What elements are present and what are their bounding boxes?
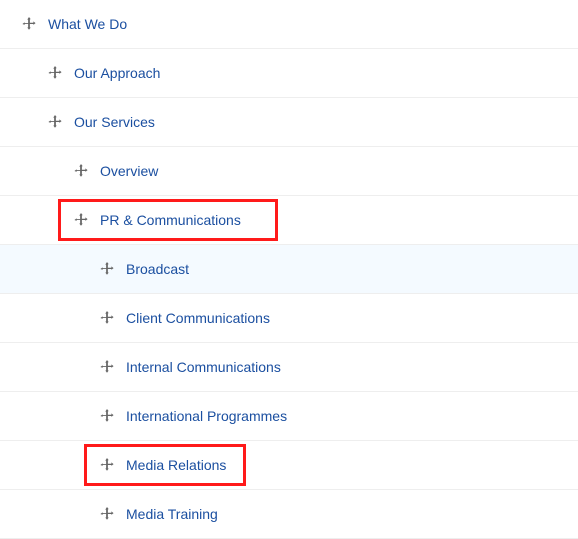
nav-item-label: What We Do — [48, 16, 127, 32]
nav-item-internal-communications[interactable]: Internal Communications — [0, 343, 578, 392]
nav-item-our-approach[interactable]: Our Approach — [0, 49, 578, 98]
nav-item-label: Our Approach — [74, 65, 160, 81]
nav-item-label: International Programmes — [126, 408, 287, 424]
nav-item-label: Media Training — [126, 506, 218, 522]
move-icon[interactable] — [100, 409, 114, 423]
nav-item-label: Internal Communications — [126, 359, 281, 375]
nav-item-broadcast[interactable]: Broadcast — [0, 245, 578, 294]
nav-item-label: Broadcast — [126, 261, 189, 277]
nav-item-media-relations[interactable]: Media Relations — [0, 441, 578, 490]
nav-item-media-training[interactable]: Media Training — [0, 490, 578, 539]
nav-item-international-programmes[interactable]: International Programmes — [0, 392, 578, 441]
nav-item-label: PR & Communications — [100, 212, 241, 228]
move-icon[interactable] — [100, 360, 114, 374]
move-icon[interactable] — [48, 66, 62, 80]
nav-item-label: Overview — [100, 163, 158, 179]
move-icon[interactable] — [100, 458, 114, 472]
nav-item-what-we-do[interactable]: What We Do — [0, 0, 578, 49]
move-icon[interactable] — [74, 213, 88, 227]
nav-item-client-communications[interactable]: Client Communications — [0, 294, 578, 343]
nav-item-label: Our Services — [74, 114, 155, 130]
move-icon[interactable] — [48, 115, 62, 129]
nav-item-label: Media Relations — [126, 457, 226, 473]
nav-item-label: Client Communications — [126, 310, 270, 326]
move-icon[interactable] — [100, 507, 114, 521]
move-icon[interactable] — [22, 17, 36, 31]
move-icon[interactable] — [100, 262, 114, 276]
nav-item-our-services[interactable]: Our Services — [0, 98, 578, 147]
nav-tree: What We Do Our Approach Our Services Overvi… — [0, 0, 578, 539]
move-icon[interactable] — [74, 164, 88, 178]
nav-item-overview[interactable]: Overview — [0, 147, 578, 196]
nav-item-pr-communications[interactable]: PR & Communications — [0, 196, 578, 245]
move-icon[interactable] — [100, 311, 114, 325]
